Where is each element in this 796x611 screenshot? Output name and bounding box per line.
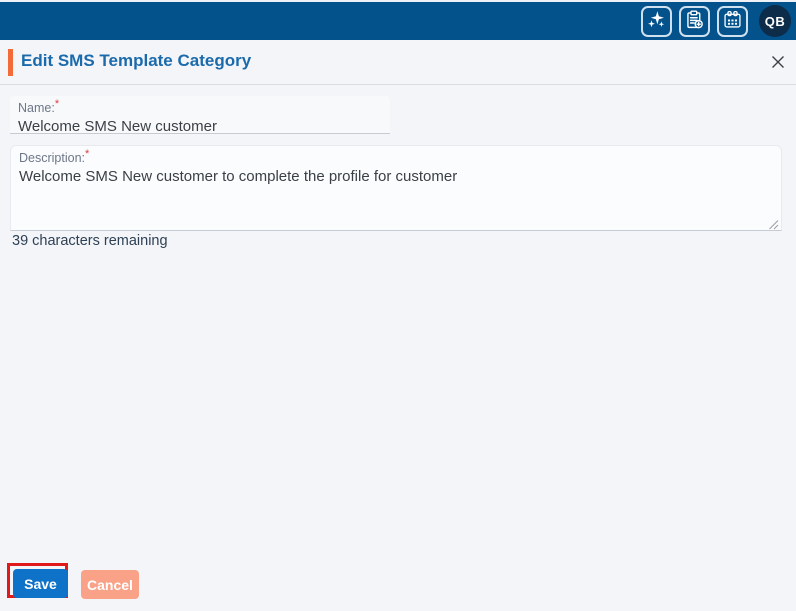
clipboard-add-icon bbox=[684, 9, 705, 33]
modal-header: Edit SMS Template Category bbox=[0, 42, 796, 85]
user-avatar[interactable]: QB bbox=[759, 5, 791, 37]
close-icon bbox=[770, 54, 786, 73]
top-navigation-bar: QB bbox=[0, 0, 796, 40]
calendar-button[interactable] bbox=[717, 5, 748, 37]
description-textarea[interactable]: Welcome SMS New customer to complete the… bbox=[19, 167, 773, 225]
name-field-label: Name:* bbox=[18, 97, 60, 115]
required-marker: * bbox=[54, 97, 60, 110]
save-highlight-annotation: Save bbox=[7, 563, 68, 598]
app-window: QB Edit SMS Template Category Name:* Des… bbox=[0, 0, 796, 611]
required-marker: * bbox=[85, 147, 90, 160]
name-input[interactable] bbox=[18, 117, 382, 135]
close-button[interactable] bbox=[767, 52, 789, 74]
calendar-icon bbox=[722, 9, 743, 33]
page-title: Edit SMS Template Category bbox=[21, 51, 252, 70]
cancel-button[interactable]: Cancel bbox=[81, 570, 139, 599]
resize-handle[interactable] bbox=[768, 217, 779, 230]
clipboard-add-button[interactable] bbox=[679, 5, 710, 37]
sparkles-icon bbox=[646, 9, 667, 33]
description-field-container: Description:* Welcome SMS New customer t… bbox=[10, 145, 782, 231]
title-accent-bar bbox=[8, 49, 13, 76]
save-button[interactable]: Save bbox=[13, 569, 68, 598]
name-field-container: Name:* bbox=[10, 96, 390, 135]
description-field-label: Description:* bbox=[19, 147, 90, 165]
sparkles-button[interactable] bbox=[641, 5, 672, 37]
characters-remaining-text: 39 characters remaining bbox=[12, 233, 168, 249]
